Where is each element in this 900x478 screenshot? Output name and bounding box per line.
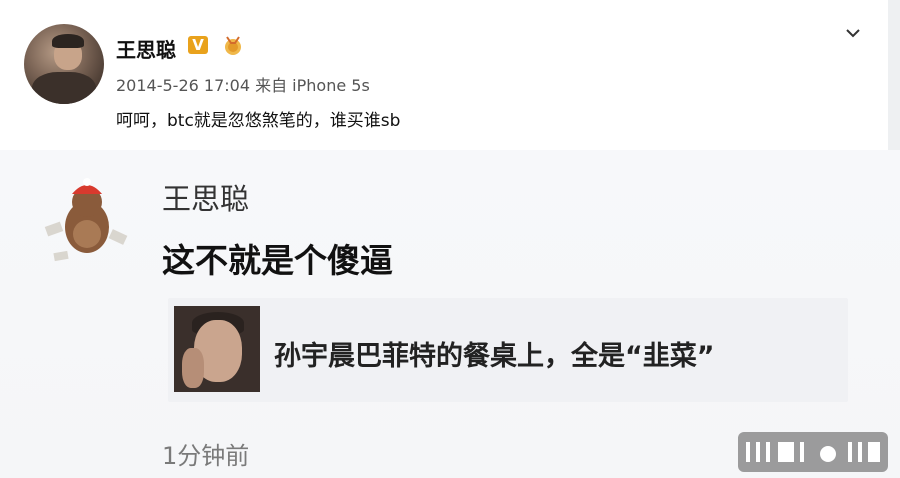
scrollbar-track[interactable] (888, 0, 900, 150)
verified-v-icon: V (188, 36, 208, 54)
post-text: 呵呵，btc就是忽悠煞笔的，谁买谁sb (116, 111, 401, 131)
comment-author[interactable]: 王思聪 (162, 176, 249, 218)
weibo-post-card: 王思聪 V 2014-5-26 17:04 来自 iPhone 5s 呵呵，bt… (0, 0, 900, 150)
comment-timestamp: 1分钟前 (162, 442, 250, 470)
post-meta: 2014-5-26 17:04 来自 iPhone 5s (116, 76, 370, 95)
quoted-post-thumbnail[interactable] (174, 306, 260, 392)
platform-watermark-logo (738, 432, 888, 472)
medal-icon (225, 36, 241, 55)
quoted-post-text[interactable]: 孙宇晨巴菲特的餐桌上，全是“韭菜” (274, 334, 715, 373)
sticker-icon (44, 178, 128, 262)
chevron-down-icon[interactable] (844, 24, 862, 42)
author-name[interactable]: 王思聪 (116, 34, 176, 63)
comment-text: 这不就是个傻逼 (162, 241, 393, 280)
author-avatar[interactable] (24, 24, 104, 104)
